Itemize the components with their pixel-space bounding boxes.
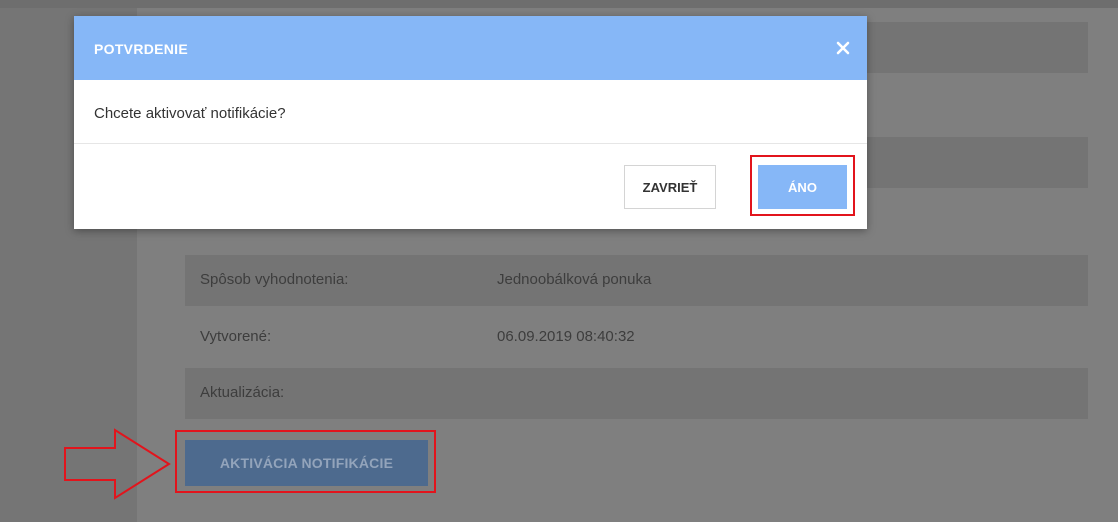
detail-value-evaluation: Jednoobálková ponuka bbox=[497, 271, 652, 288]
top-strip bbox=[0, 0, 1118, 8]
dialog-title: POTVRDENIE bbox=[94, 41, 189, 57]
dialog-header: POTVRDENIE bbox=[74, 16, 867, 80]
detail-label-evaluation: Spôsob vyhodnotenia: bbox=[200, 271, 349, 288]
table-row: Aktualizácia: bbox=[185, 368, 1088, 419]
table-row: Vytvorené: 06.09.2019 08:40:32 bbox=[185, 312, 1088, 363]
detail-label-updated: Aktualizácia: bbox=[200, 384, 285, 401]
highlight-box-yes bbox=[750, 155, 855, 216]
detail-value-created: 06.09.2019 08:40:32 bbox=[497, 328, 635, 345]
highlight-box-activate bbox=[175, 430, 436, 493]
detail-label-created: Vytvorené: bbox=[200, 328, 272, 345]
dialog-message: Chcete aktivovať notifikácie? bbox=[94, 105, 286, 122]
confirmation-dialog: POTVRDENIE Chcete aktivovať notifikácie?… bbox=[74, 16, 867, 229]
table-row: Spôsob vyhodnotenia: Jednoobálková ponuk… bbox=[185, 255, 1088, 306]
arrow-right-icon bbox=[64, 428, 171, 500]
dialog-body: Chcete aktivovať notifikácie? bbox=[74, 80, 867, 144]
close-icon[interactable] bbox=[833, 38, 853, 58]
close-button[interactable]: ZAVRIEŤ bbox=[624, 165, 716, 209]
